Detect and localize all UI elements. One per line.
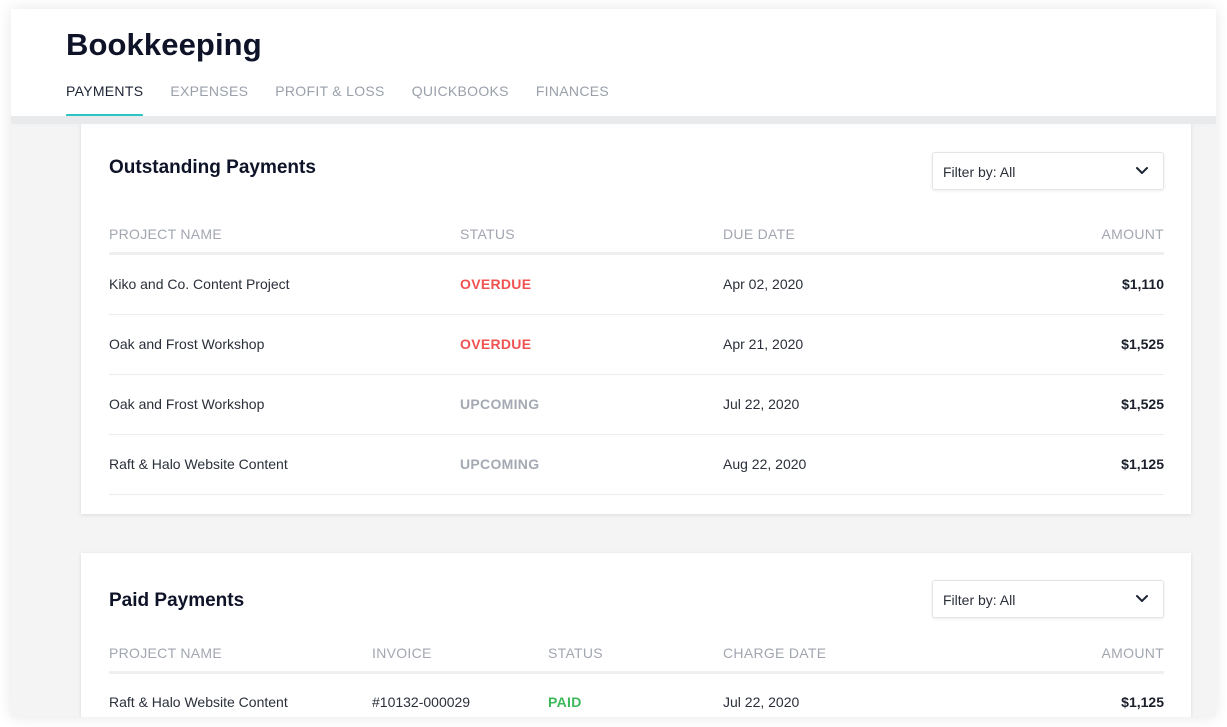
- filter-label: Filter by: All: [943, 164, 1016, 180]
- amount: $1,125: [1121, 694, 1164, 710]
- due-date: Aug 22, 2020: [723, 456, 807, 472]
- due-date: Apr 21, 2020: [723, 336, 804, 352]
- amount: $1,525: [1121, 336, 1164, 352]
- chevron-down-icon: [1136, 167, 1148, 174]
- column-header-project-name: PROJECT NAME: [109, 226, 223, 242]
- table-row[interactable]: Oak and Frost Workshop OVERDUE Apr 21, 2…: [109, 315, 1164, 375]
- tab-finances[interactable]: FINANCES: [536, 83, 609, 117]
- due-date: Jul 22, 2020: [723, 396, 800, 412]
- status-badge: OVERDUE: [460, 276, 532, 292]
- table-row[interactable]: Oak and Frost Workshop UPCOMING Jul 22, …: [109, 375, 1164, 435]
- app-window: Bookkeeping PAYMENTS EXPENSES PROFIT & L…: [11, 9, 1216, 717]
- invoice-number: #10132-000029: [372, 694, 471, 710]
- project-name: Raft & Halo Website Content: [109, 694, 288, 710]
- paid-payments-card: Paid Payments Filter by: All PROJECT NAM…: [81, 553, 1191, 717]
- column-header-project-name: PROJECT NAME: [109, 645, 223, 661]
- tab-expenses[interactable]: EXPENSES: [170, 83, 248, 117]
- page-header: Bookkeeping PAYMENTS EXPENSES PROFIT & L…: [11, 9, 1216, 124]
- tab-payments[interactable]: PAYMENTS: [66, 83, 144, 117]
- page-title: Bookkeeping: [66, 27, 262, 62]
- outstanding-filter-dropdown[interactable]: Filter by: All: [932, 152, 1164, 190]
- paid-payments-title: Paid Payments: [109, 590, 245, 611]
- status-badge: UPCOMING: [460, 396, 540, 412]
- column-header-charge-date: CHARGE DATE: [723, 645, 827, 661]
- column-header-amount: AMOUNT: [1101, 226, 1164, 242]
- charge-date: Jul 22, 2020: [723, 694, 800, 710]
- project-name: Raft & Halo Website Content: [109, 456, 288, 472]
- tab-bar: PAYMENTS EXPENSES PROFIT & LOSS QUICKBOO…: [66, 83, 636, 117]
- paid-filter-dropdown[interactable]: Filter by: All: [932, 580, 1164, 618]
- amount: $1,525: [1121, 396, 1164, 412]
- column-header-status: STATUS: [548, 645, 603, 661]
- tab-profit-loss[interactable]: PROFIT & LOSS: [275, 83, 384, 117]
- project-name: Oak and Frost Workshop: [109, 336, 265, 352]
- outstanding-payments-card: Outstanding Payments Filter by: All PROJ…: [81, 119, 1191, 514]
- column-header-amount: AMOUNT: [1101, 645, 1164, 661]
- table-row[interactable]: Raft & Halo Website Content UPCOMING Aug…: [109, 435, 1164, 495]
- status-badge: OVERDUE: [460, 336, 532, 352]
- table-row[interactable]: Kiko and Co. Content Project OVERDUE Apr…: [109, 255, 1164, 315]
- due-date: Apr 02, 2020: [723, 276, 804, 292]
- outstanding-payments-title: Outstanding Payments: [109, 157, 316, 178]
- project-name: Kiko and Co. Content Project: [109, 276, 290, 292]
- amount: $1,110: [1121, 276, 1164, 292]
- column-header-status: STATUS: [460, 226, 515, 242]
- column-header-due-date: DUE DATE: [723, 226, 796, 242]
- filter-label: Filter by: All: [943, 592, 1016, 608]
- project-name: Oak and Frost Workshop: [109, 396, 265, 412]
- column-header-invoice: INVOICE: [372, 645, 432, 661]
- table-row[interactable]: Raft & Halo Website Content #10132-00002…: [109, 673, 1164, 717]
- status-badge: PAID: [548, 694, 582, 710]
- tab-quickbooks[interactable]: QUICKBOOKS: [412, 83, 509, 117]
- amount: $1,125: [1121, 456, 1164, 472]
- chevron-down-icon: [1136, 595, 1148, 602]
- status-badge: UPCOMING: [460, 456, 540, 472]
